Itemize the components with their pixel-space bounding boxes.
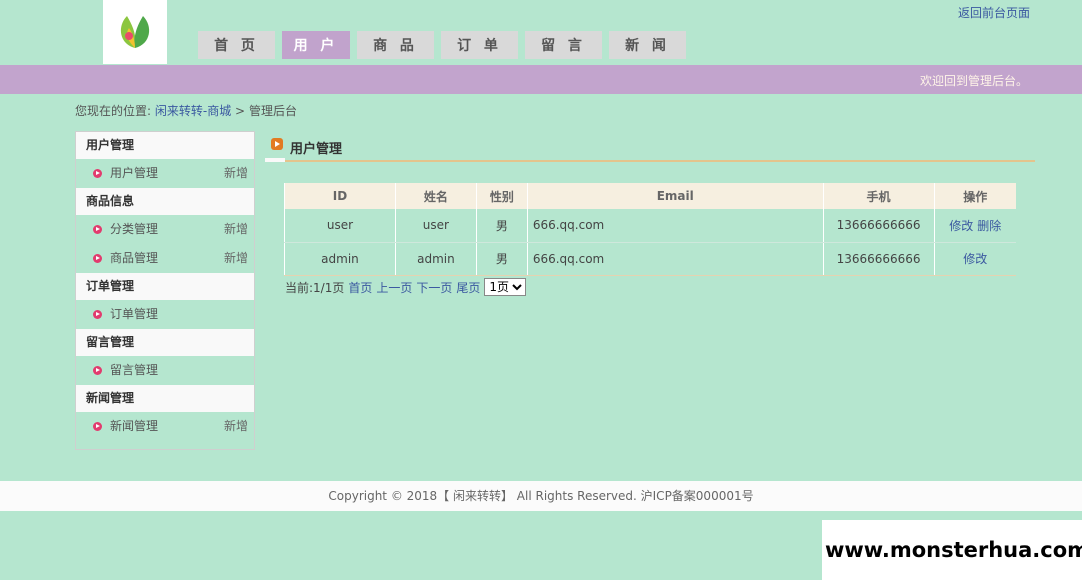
cell-gender: 男 — [475, 242, 528, 276]
leaf-logo-icon — [109, 6, 161, 58]
sidebar-item-product-management: 商品管理 新增 — [76, 244, 254, 273]
pagination-info: 当前:1/1页 — [285, 280, 345, 295]
prev-page-link[interactable]: 上一页 — [376, 279, 412, 296]
pagination: 当前:1/1页 首页 上一页 下一页 尾页 1页 — [285, 278, 527, 296]
copyright-text: Copyright © 2018【 闲来转转】 All Rights Reser… — [328, 489, 754, 503]
sidebar: 用户管理 用户管理 新增 商品信息 分类管理 新增 商品管理 新增 订单管理 订… — [75, 131, 255, 450]
header: 首 页 用 户 商 品 订 单 留 言 新 闻 返回前台页面 — [0, 0, 1082, 65]
first-page-link[interactable]: 首页 — [348, 279, 372, 296]
sidebar-group-news: 新闻管理 — [76, 385, 254, 412]
nav-users[interactable]: 用 户 — [282, 31, 350, 59]
bullet-arrow-icon — [93, 225, 102, 234]
bullet-arrow-icon — [93, 422, 102, 431]
cell-id: user — [284, 209, 396, 243]
cell-actions: 修改 删除 — [933, 209, 1016, 243]
table-header-row: ID 姓名 性别 Email 手机 操作 — [284, 183, 1016, 209]
breadcrumb-separator: > — [235, 104, 246, 118]
breadcrumb-prefix: 您现在的位置: — [75, 104, 152, 118]
welcome-text: 欢迎回到管理后台。 — [919, 74, 1028, 88]
next-page-link[interactable]: 下一页 — [416, 279, 452, 296]
bullet-arrow-icon — [93, 254, 102, 263]
add-category-link[interactable]: 新增 — [224, 215, 248, 244]
breadcrumb-site-link[interactable]: 闲来转转-商城 — [155, 104, 231, 118]
cell-gender: 男 — [475, 209, 528, 243]
breadcrumb: 您现在的位置: 闲来转转-商城 > 管理后台 — [75, 102, 297, 119]
title-underline-accent — [265, 158, 285, 162]
sidebar-item-category-management: 分类管理 新增 — [76, 215, 254, 244]
page-select[interactable]: 1页 — [484, 278, 527, 296]
cell-actions: 修改 — [933, 242, 1016, 276]
sidebar-link-order-management[interactable]: 订单管理 — [110, 307, 158, 321]
column-header-phone: 手机 — [822, 183, 935, 209]
edit-link[interactable]: 修改 — [949, 219, 973, 233]
column-header-gender: 性别 — [475, 183, 528, 209]
sidebar-link-category-management[interactable]: 分类管理 — [110, 222, 158, 236]
add-news-link[interactable]: 新增 — [224, 412, 248, 441]
section-header: 用户管理 — [265, 132, 1035, 162]
cell-name: admin — [394, 242, 477, 276]
cell-phone: 13666666666 — [822, 242, 935, 276]
sidebar-item-user-management: 用户管理 新增 — [76, 159, 254, 188]
table-row: user user 男 666.qq.com 13666666666 修改 删除 — [284, 209, 1016, 243]
section-title: 用户管理 — [290, 142, 343, 157]
cell-phone: 13666666666 — [822, 209, 935, 243]
cell-email: 666.qq.com — [526, 242, 824, 276]
bullet-arrow-icon — [93, 366, 102, 375]
nav-products[interactable]: 商 品 — [357, 31, 434, 59]
bullet-arrow-icon — [93, 310, 102, 319]
add-user-link[interactable]: 新增 — [224, 159, 248, 188]
sidebar-item-news-management: 新闻管理 新增 — [76, 412, 254, 441]
sidebar-group-orders: 订单管理 — [76, 273, 254, 300]
sidebar-item-order-management: 订单管理 — [76, 300, 254, 329]
users-table: ID 姓名 性别 Email 手机 操作 user user 男 666.qq.… — [284, 183, 1016, 276]
column-header-actions: 操作 — [933, 183, 1016, 209]
cell-id: admin — [284, 242, 396, 276]
sidebar-link-user-management[interactable]: 用户管理 — [110, 166, 158, 180]
breadcrumb-current: 管理后台 — [248, 104, 297, 118]
back-to-frontend-link[interactable]: 返回前台页面 — [958, 4, 1030, 21]
footer: Copyright © 2018【 闲来转转】 All Rights Reser… — [0, 481, 1082, 511]
sidebar-group-users: 用户管理 — [76, 132, 254, 159]
edit-link[interactable]: 修改 — [963, 252, 987, 266]
sidebar-group-messages: 留言管理 — [76, 329, 254, 356]
column-header-name: 姓名 — [394, 183, 477, 209]
bullet-arrow-icon — [93, 169, 102, 178]
cell-email: 666.qq.com — [526, 209, 824, 243]
table-row: admin admin 男 666.qq.com 13666666666 修改 — [284, 242, 1016, 276]
cell-name: user — [394, 209, 477, 243]
nav-home[interactable]: 首 页 — [198, 31, 275, 59]
site-logo[interactable] — [103, 0, 167, 64]
column-header-id: ID — [284, 183, 396, 209]
sidebar-item-message-management: 留言管理 — [76, 356, 254, 385]
nav-messages[interactable]: 留 言 — [525, 31, 602, 59]
add-product-link[interactable]: 新增 — [224, 244, 248, 273]
sidebar-link-news-management[interactable]: 新闻管理 — [110, 419, 158, 433]
main-nav: 首 页 用 户 商 品 订 单 留 言 新 闻 — [198, 31, 693, 59]
welcome-bar: 欢迎回到管理后台。 — [0, 65, 1082, 94]
column-header-email: Email — [526, 183, 824, 209]
watermark-text: www.monsterhua.com — [825, 538, 1082, 562]
nav-orders[interactable]: 订 单 — [441, 31, 518, 59]
delete-link[interactable]: 删除 — [977, 219, 1001, 233]
sidebar-link-message-management[interactable]: 留言管理 — [110, 363, 158, 377]
section-arrow-icon — [271, 138, 283, 150]
watermark: www.monsterhua.com — [822, 520, 1082, 580]
main-content: 用户管理 ID 姓名 性别 Email 手机 操作 user user 男 66… — [265, 132, 1035, 296]
sidebar-link-product-management[interactable]: 商品管理 — [110, 251, 158, 265]
nav-news[interactable]: 新 闻 — [609, 31, 686, 59]
sidebar-group-products: 商品信息 — [76, 188, 254, 215]
last-page-link[interactable]: 尾页 — [456, 279, 480, 296]
